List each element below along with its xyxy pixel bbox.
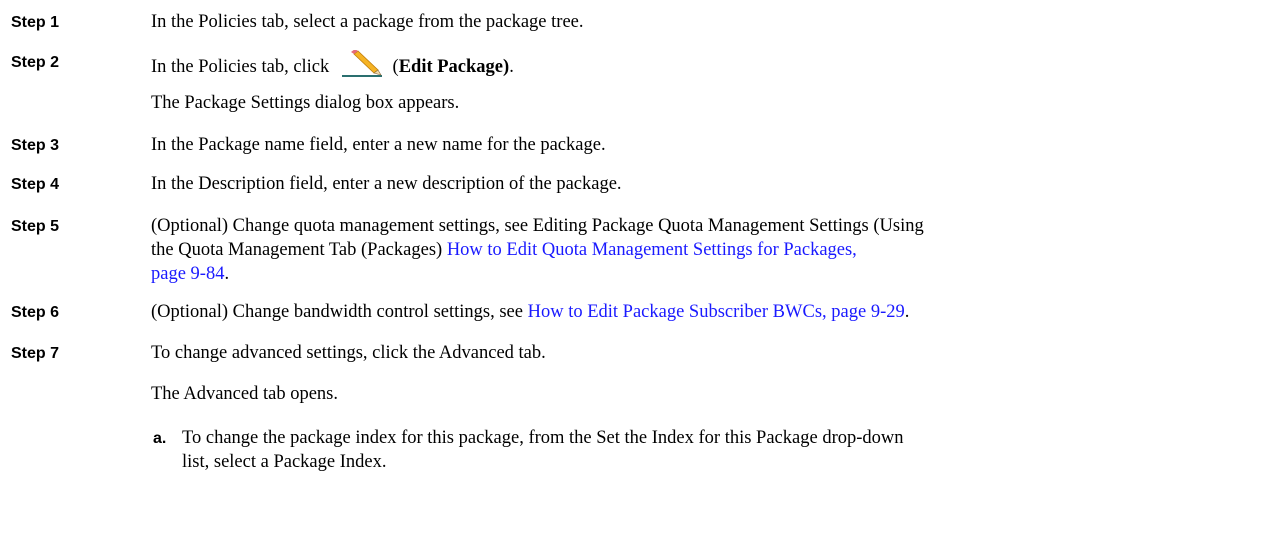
edit-pencil-icon [340,49,384,78]
step-label: Step 4 [11,176,60,193]
step-label: Step 1 [11,14,60,31]
step-text-line: In the Policies tab, click (Edit Package… [151,49,514,79]
edit-package-label: Edit Package) [398,57,510,77]
step-text: (Optional) Change bandwidth control sett… [151,302,523,322]
substep-text: list, select a Package Index. [182,452,387,472]
period: . [509,57,514,77]
step-label: Step 3 [11,137,60,154]
step-text: In the Package name field, enter a new n… [151,135,606,155]
step-text-line: page 9-84. [151,262,229,286]
step-text: In the Policies tab, click [151,57,330,77]
step-label: Step 5 [11,218,60,235]
substep-label: a. [153,430,167,447]
step-result: The Package Settings dialog box appears. [151,93,460,113]
period: . [904,302,910,322]
step-label: Step 7 [11,345,60,362]
step-text: (Optional) Change quota management setti… [151,216,924,236]
step-text-line: (Optional) Change bandwidth control sett… [151,300,909,324]
substep-text: To change the package index for this pac… [182,428,904,448]
step-text: In the Description field, enter a new de… [151,174,622,194]
period: . [224,264,230,284]
step-text: the Quota Management Tab (Packages) [151,240,443,260]
step-label: Step 6 [11,304,60,321]
step-label: Step 2 [11,54,60,71]
quota-settings-page-link[interactable]: page 9-84 [151,264,224,284]
step-result: The Advanced tab opens. [151,384,338,404]
procedure-document: Step 1 In the Policies tab, select a pac… [0,0,1274,537]
step-text-line: the Quota Management Tab (Packages) How … [151,238,857,262]
bwc-settings-link[interactable]: How to Edit Package Subscriber BWCs, pag… [528,302,905,322]
quota-settings-link[interactable]: How to Edit Quota Management Settings fo… [447,240,857,260]
step-text: In the Policies tab, select a package fr… [151,12,584,32]
step-text: To change advanced settings, click the A… [151,343,546,363]
